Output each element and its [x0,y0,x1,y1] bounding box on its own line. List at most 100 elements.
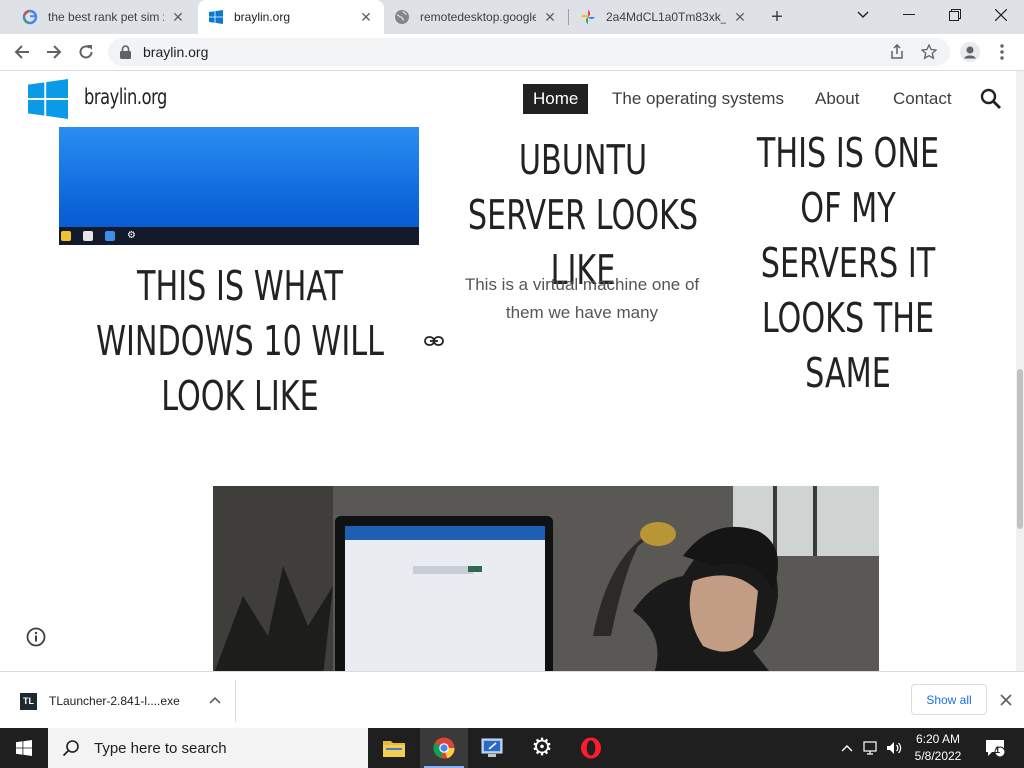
close-window-button[interactable] [978,0,1024,30]
bookmark-button[interactable] [916,38,942,66]
notification-count: 1 [995,745,1001,755]
kebab-menu-icon [1000,44,1004,60]
chevron-up-icon[interactable] [208,693,222,707]
action-center-button[interactable]: 1 [980,728,1010,768]
info-icon[interactable] [26,627,46,647]
column-3-heading: THIS IS ONE OF MY SERVERS IT LOOKS THE S… [756,129,940,397]
taskbar-image-strip: ⚙ [59,227,419,245]
restore-icon [949,9,961,21]
network-button[interactable] [860,728,882,768]
share-button[interactable] [884,38,910,66]
web-page: braylin.org Home The operating systems A… [0,71,1016,671]
tab-title: 2a4MdCL1a0Tm83xk_9 [606,10,726,24]
download-shelf: TL TLauncher-2.841-l....exe Show all [0,671,1024,728]
taskbar-search[interactable]: Type here to search [48,728,368,768]
speaker-icon [887,742,902,754]
windows-start-icon [16,740,32,756]
minimize-icon [903,14,915,15]
close-tab-icon[interactable]: ✕ [732,9,748,25]
reload-button[interactable] [72,38,100,66]
arrow-left-icon [14,45,29,59]
avatar-icon [960,42,980,62]
column-2-text: This is a virtual machine one of them we… [464,275,700,322]
tab-3[interactable]: remotedesktop.google ✕ [384,0,568,34]
show-hidden-icons-button[interactable] [838,728,856,768]
menu-button[interactable] [988,38,1016,66]
taskbar-settings[interactable]: ⚙ [518,728,566,768]
close-tab-icon[interactable]: ✕ [170,9,186,25]
windows-desktop-image: ⚙ [59,127,419,245]
windows-logo-icon [208,9,224,25]
close-icon [995,9,1007,21]
clock-date: 5/8/2022 [914,749,962,763]
restore-button[interactable] [932,0,978,30]
site-name[interactable]: braylin.org [84,85,167,109]
taskbar-remote-desktop[interactable] [468,728,516,768]
tab-1[interactable]: the best rank pet sim x ✕ [12,0,196,34]
search-placeholder: Type here to search [94,739,227,757]
opera-icon [581,737,601,759]
system-clock[interactable]: 6:20 AM 5/8/2022 [904,731,972,765]
scrollbar-thumb[interactable] [1017,369,1023,529]
tab-4[interactable]: 2a4MdCL1a0Tm83xk_9 ✕ [570,0,758,34]
lock-icon [120,45,131,59]
show-all-button[interactable]: Show all [911,684,987,715]
column-1-heading: THIS IS WHAT WINDOWS 10 WILL LOOK LIKE [96,262,384,420]
tab-title: braylin.org [234,10,291,24]
site-logo-icon[interactable] [28,79,68,119]
nav-about[interactable]: About [815,84,859,114]
google-photos-icon [580,9,596,25]
page-scrollbar[interactable] [1016,71,1024,671]
tab-strip: the best rank pet sim x ✕ braylin.org ✕ … [0,0,1024,34]
url-text: braylin.org [143,44,209,60]
monitor-icon [481,738,503,757]
nav-contact[interactable]: Contact [893,84,952,114]
new-tab-button[interactable]: + [764,4,790,30]
folder-icon [383,741,405,757]
taskbar-chrome[interactable] [420,728,468,768]
globe-icon [394,9,410,25]
tab-title: the best rank pet sim x [48,10,164,24]
close-tab-icon[interactable]: ✕ [358,9,374,25]
address-bar[interactable]: braylin.org [108,38,950,66]
star-icon [921,44,937,60]
search-icon [62,739,80,757]
link-icon[interactable] [424,333,444,349]
google-icon [22,9,38,25]
tab-separator [568,9,569,25]
site-search-button[interactable] [980,88,1002,110]
arrow-right-icon [47,45,62,59]
back-button[interactable] [8,38,36,66]
gear-icon: ⚙ [127,230,136,241]
download-filename: TLauncher-2.841-l....exe [49,694,180,708]
tab-title: remotedesktop.google [420,10,536,24]
nav-operating-systems[interactable]: The operating systems [612,84,784,114]
gear-icon: ⚙ [531,734,553,761]
tab-search-button[interactable] [840,0,886,30]
chevron-down-icon [857,11,869,18]
start-button[interactable] [0,728,48,768]
close-shelf-icon[interactable] [996,690,1016,710]
volume-button[interactable] [884,728,904,768]
tab-2[interactable]: braylin.org ✕ [198,0,384,34]
chevron-up-icon [841,745,853,752]
taskbar-opera[interactable] [567,728,615,768]
taskbar-file-explorer[interactable] [370,728,418,768]
store-icon [83,231,93,241]
share-icon [891,44,903,59]
network-icon [863,741,877,755]
forward-button[interactable] [40,38,68,66]
close-tab-icon[interactable]: ✕ [542,9,558,25]
nav-home[interactable]: Home [523,84,589,114]
man-at-computer-photo [213,486,879,671]
folder-icon [61,231,71,241]
reload-icon [79,45,93,59]
download-item[interactable]: TL TLauncher-2.841-l....exe [12,680,236,722]
search-icon [980,88,1001,109]
windows-taskbar: Type here to search ⚙ 6:20 AM 5/8/2022 1 [0,728,1024,768]
browser-toolbar: braylin.org [0,34,1024,71]
minimize-button[interactable] [886,0,932,30]
tlauncher-file-icon: TL [20,692,37,710]
profile-button[interactable] [956,38,984,66]
chrome-icon [433,737,455,759]
